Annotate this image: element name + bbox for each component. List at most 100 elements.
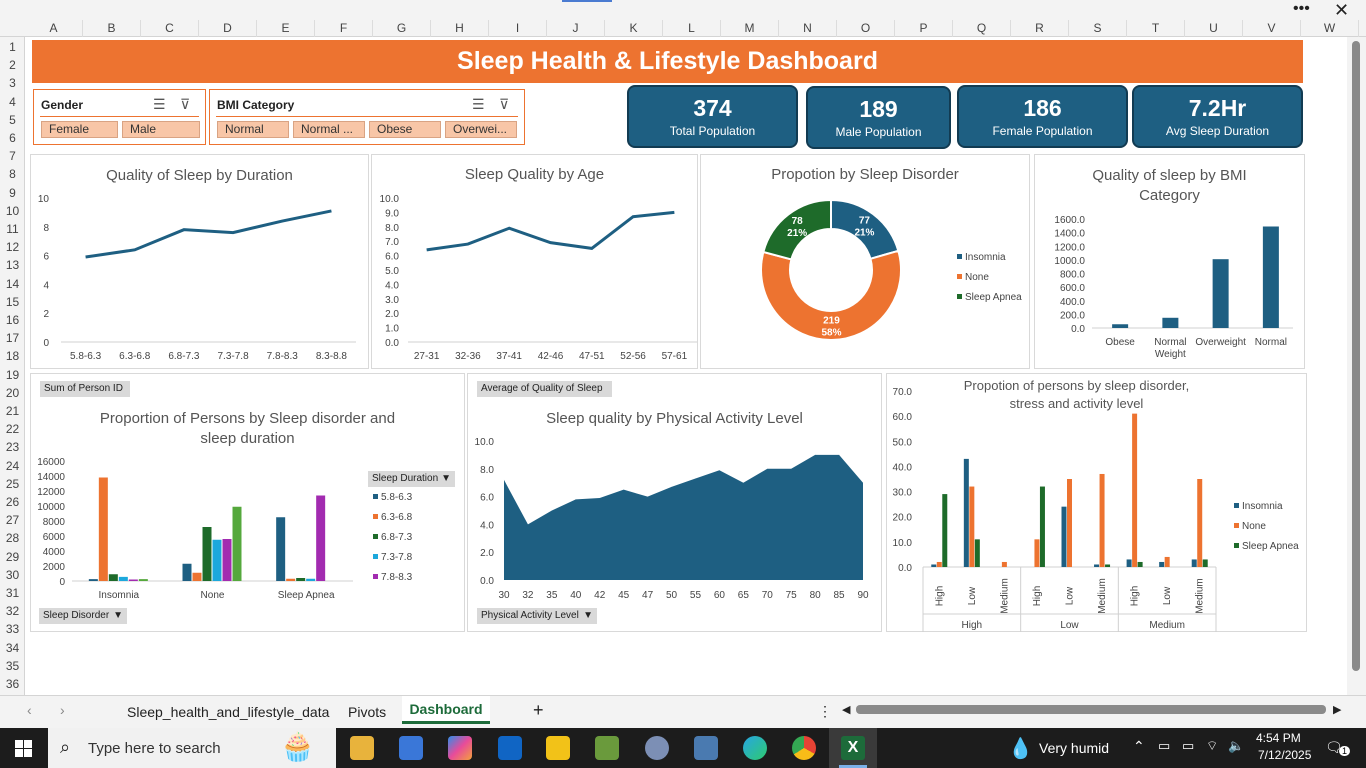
row-header[interactable]: 28: [0, 531, 25, 547]
slicer-item-female[interactable]: Female: [41, 121, 118, 138]
column-header[interactable]: T: [1127, 20, 1185, 37]
row-header[interactable]: 30: [0, 568, 25, 584]
row-header[interactable]: 27: [0, 513, 25, 529]
slicer-item-normal-weight[interactable]: Normal ...: [293, 121, 365, 138]
power-bi-icon[interactable]: [546, 736, 570, 760]
slicer-item-obese[interactable]: Obese: [369, 121, 441, 138]
row-header[interactable]: 25: [0, 477, 25, 493]
chrome-icon[interactable]: [792, 736, 816, 760]
column-header[interactable]: I: [489, 20, 547, 37]
row-header[interactable]: 15: [0, 295, 25, 311]
row-header[interactable]: 34: [0, 641, 25, 657]
outlook-icon[interactable]: [498, 736, 522, 760]
prev-sheet-icon[interactable]: ‹: [27, 702, 32, 718]
battery-icon[interactable]: ▭: [1182, 738, 1194, 754]
row-header[interactable]: 17: [0, 331, 25, 347]
meet-icon[interactable]: ▭: [1158, 738, 1170, 754]
tab-dashboard[interactable]: Dashboard: [402, 696, 490, 724]
column-header[interactable]: Q: [953, 20, 1011, 37]
column-header[interactable]: K: [605, 20, 663, 37]
clock-time[interactable]: 4:54 PM: [1256, 731, 1301, 745]
chart-disorder-stress-activity[interactable]: Propotion of persons by sleep disorder, …: [886, 373, 1307, 632]
column-header[interactable]: P: [895, 20, 953, 37]
row-header[interactable]: 35: [0, 659, 25, 675]
tab-pivots[interactable]: Pivots: [348, 704, 386, 720]
vertical-scrollbar[interactable]: [1347, 37, 1366, 695]
column-header[interactable]: M: [721, 20, 779, 37]
weather-text[interactable]: Very humid: [1039, 740, 1109, 756]
row-header[interactable]: 24: [0, 459, 25, 475]
more-icon[interactable]: •••: [1293, 0, 1310, 18]
row-header[interactable]: 36: [0, 677, 25, 693]
row-header[interactable]: 20: [0, 386, 25, 402]
windows-start-icon[interactable]: [15, 740, 32, 757]
multi-select-icon[interactable]: ☰: [153, 96, 166, 113]
row-header[interactable]: 32: [0, 604, 25, 620]
clear-filter-icon[interactable]: ⊽: [499, 96, 509, 113]
wifi-icon[interactable]: ⌔: [1206, 738, 1218, 754]
more-options-icon[interactable]: ⋮: [818, 703, 832, 720]
chart-quality-by-bmi[interactable]: Quality of sleep by BMI Category 0.0 200.…: [1034, 154, 1305, 369]
row-header[interactable]: 12: [0, 240, 25, 256]
row-header[interactable]: 9: [0, 186, 25, 202]
multi-select-icon[interactable]: ☰: [472, 96, 485, 113]
column-header[interactable]: H: [431, 20, 489, 37]
excel-taskbar-active[interactable]: X: [829, 728, 877, 768]
column-header[interactable]: S: [1069, 20, 1127, 37]
column-header[interactable]: O: [837, 20, 895, 37]
close-icon[interactable]: ✕: [1334, 0, 1349, 20]
chart-persons-by-disorder-duration[interactable]: Sum of Person ID Proportion of Persons b…: [30, 373, 465, 632]
slicer-item-normal[interactable]: Normal: [217, 121, 289, 138]
row-header[interactable]: 16: [0, 313, 25, 329]
column-header[interactable]: V: [1243, 20, 1301, 37]
chart-quality-by-age[interactable]: Sleep Quality by Age 0.0 1.0 2.0 3.0 4.0 5.0 6…: [371, 154, 698, 369]
row-header[interactable]: 6: [0, 131, 25, 147]
column-header[interactable]: F: [315, 20, 373, 37]
row-header[interactable]: 19: [0, 368, 25, 384]
edge-icon[interactable]: [743, 736, 767, 760]
tab-sleep-health-data[interactable]: Sleep_health_and_lifestyle_data: [127, 704, 329, 720]
row-header[interactable]: 2: [0, 58, 25, 74]
row-header[interactable]: 3: [0, 76, 25, 92]
column-header[interactable]: A: [25, 20, 83, 37]
row-header[interactable]: 1: [0, 40, 25, 56]
horizontal-scrollbar[interactable]: [856, 705, 1326, 714]
column-header[interactable]: R: [1011, 20, 1069, 37]
row-header[interactable]: 31: [0, 586, 25, 602]
scroll-right-icon[interactable]: ▶: [1333, 703, 1341, 716]
file-explorer-icon[interactable]: [350, 736, 374, 760]
chevron-up-icon[interactable]: ⌃: [1133, 738, 1145, 755]
row-header[interactable]: 13: [0, 258, 25, 274]
column-header[interactable]: C: [141, 20, 199, 37]
column-header[interactable]: D: [199, 20, 257, 37]
row-header[interactable]: 10: [0, 204, 25, 220]
add-sheet-button[interactable]: +: [533, 700, 544, 721]
row-header[interactable]: 33: [0, 622, 25, 638]
column-header[interactable]: N: [779, 20, 837, 37]
clock-date[interactable]: 7/12/2025: [1258, 748, 1311, 762]
column-header[interactable]: B: [83, 20, 141, 37]
row-header[interactable]: 23: [0, 440, 25, 456]
chart-sleep-disorder-proportion[interactable]: Propotion by Sleep Disorder 77 21% 219 58% 7…: [700, 154, 1030, 369]
row-header[interactable]: 29: [0, 550, 25, 566]
scroll-thumb[interactable]: [1352, 41, 1360, 671]
column-header[interactable]: E: [257, 20, 315, 37]
taskbar-search[interactable]: ⌕ Type here to search 🧁: [48, 728, 336, 768]
copilot-icon[interactable]: [448, 736, 472, 760]
clear-filter-icon[interactable]: ⊽: [180, 96, 190, 113]
row-header[interactable]: 4: [0, 95, 25, 111]
row-header[interactable]: 22: [0, 422, 25, 438]
column-header[interactable]: U: [1185, 20, 1243, 37]
column-header[interactable]: J: [547, 20, 605, 37]
r-icon[interactable]: [645, 736, 669, 760]
gender-slicer[interactable]: Gender ☰ ⊽ Female Male: [33, 89, 206, 145]
volume-icon[interactable]: 🔈: [1228, 738, 1244, 754]
next-sheet-icon[interactable]: ›: [60, 702, 65, 718]
tableau-icon[interactable]: [595, 736, 619, 760]
column-header[interactable]: W: [1301, 20, 1359, 37]
row-header[interactable]: 5: [0, 113, 25, 129]
row-header[interactable]: 26: [0, 495, 25, 511]
row-header[interactable]: 18: [0, 349, 25, 365]
column-header[interactable]: L: [663, 20, 721, 37]
row-header[interactable]: 21: [0, 404, 25, 420]
